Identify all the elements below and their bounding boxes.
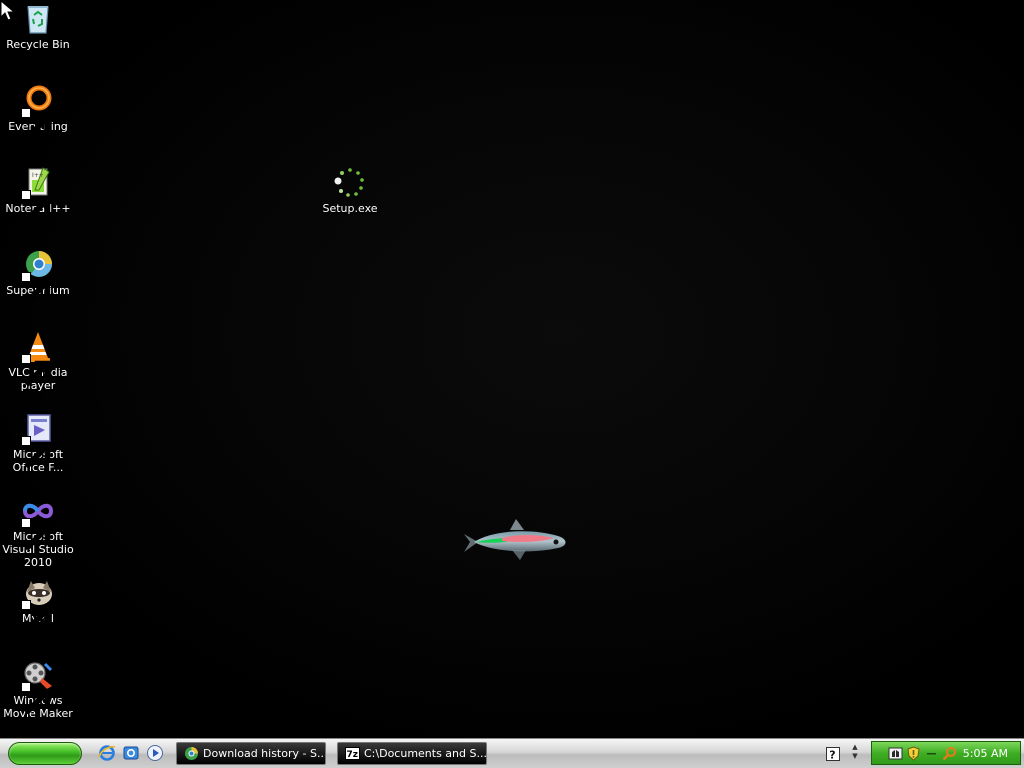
supermium-icon	[21, 248, 55, 305]
quick-launch-bar	[98, 744, 164, 764]
notepad-plus-plus-icon: I++	[21, 166, 55, 223]
taskbar-button-documents-folder[interactable]: 7z C:\Documents and S...	[337, 742, 487, 765]
search-icon[interactable]	[942, 746, 957, 761]
mypal-icon	[21, 576, 55, 633]
desktop-icon-mypal[interactable]: MyPal	[0, 576, 76, 633]
show-desktop-icon[interactable]	[122, 744, 140, 762]
tray-separator-icon	[924, 746, 939, 761]
shortcut-arrow-icon	[21, 436, 51, 469]
desktop-icon-movie-maker[interactable]: Windows Movie Maker	[0, 658, 76, 720]
shortcut-arrow-icon	[21, 108, 51, 141]
shortcut-arrow-icon	[21, 600, 51, 633]
desktop-icon-label: Recycle Bin	[6, 38, 70, 51]
visual-studio-icon	[21, 494, 55, 551]
shortcut-arrow-icon	[21, 354, 51, 387]
recycle-bin-icon	[21, 2, 55, 36]
shortcut-arrow-icon	[21, 682, 51, 715]
shortcut-arrow-icon	[21, 518, 51, 551]
internet-explorer-icon[interactable]	[98, 744, 116, 762]
desktop-icon-vlc[interactable]: VLC media player	[0, 330, 76, 392]
desktop-icon-supermium[interactable]: Supermium	[0, 248, 76, 305]
clock[interactable]: 5:05 AM	[963, 746, 1008, 761]
svg-text:7z: 7z	[347, 750, 359, 760]
desktop-icon-notepad-plus-plus[interactable]: I++ Notepad++	[0, 166, 76, 223]
desktop-icon-visual-studio[interactable]: Microsoft Visual Studio 2010	[0, 494, 76, 569]
desktop-icon-office-frontpage[interactable]: Microsoft Office F...	[0, 412, 76, 474]
media-player-icon[interactable]	[146, 744, 164, 762]
desktop-icon-everything[interactable]: Everything	[0, 84, 76, 141]
system-tray: 5:05 AM	[871, 741, 1021, 765]
svg-text:I++: I++	[32, 172, 44, 179]
network-icon[interactable]	[888, 746, 903, 761]
start-button[interactable]	[8, 742, 82, 765]
taskbar-button-download-history[interactable]: Download history - S...	[176, 742, 326, 765]
task-label: C:\Documents and S...	[364, 747, 487, 760]
office-frontpage-icon	[21, 412, 55, 469]
help-icon[interactable]: ?	[826, 746, 840, 762]
desktop: Recycle Bin Everything I++ Notepad++ Sup…	[0, 0, 1024, 738]
vlc-icon	[21, 330, 55, 387]
setup-loading-icon	[333, 166, 367, 200]
taskbar: Download history - S... 7z C:\Documents …	[0, 738, 1024, 768]
shortcut-arrow-icon	[21, 190, 51, 223]
shortcut-arrow-icon	[21, 272, 51, 305]
neon-tetra-fish-image	[464, 519, 566, 560]
supermium-icon	[184, 746, 199, 761]
security-shield-icon[interactable]	[906, 746, 921, 761]
movie-maker-icon	[21, 658, 55, 715]
task-label: Download history - S...	[203, 747, 326, 760]
7zip-icon: 7z	[345, 746, 360, 761]
notification-expand-icon[interactable]: ▲ ▼	[850, 743, 860, 763]
desktop-icon-setup-exe[interactable]: Setup.exe	[312, 166, 388, 215]
desktop-icon-recycle-bin[interactable]: Recycle Bin	[0, 2, 76, 51]
svg-text:?: ?	[829, 749, 835, 762]
everything-icon	[21, 84, 55, 141]
desktop-icon-label: Setup.exe	[322, 202, 378, 215]
